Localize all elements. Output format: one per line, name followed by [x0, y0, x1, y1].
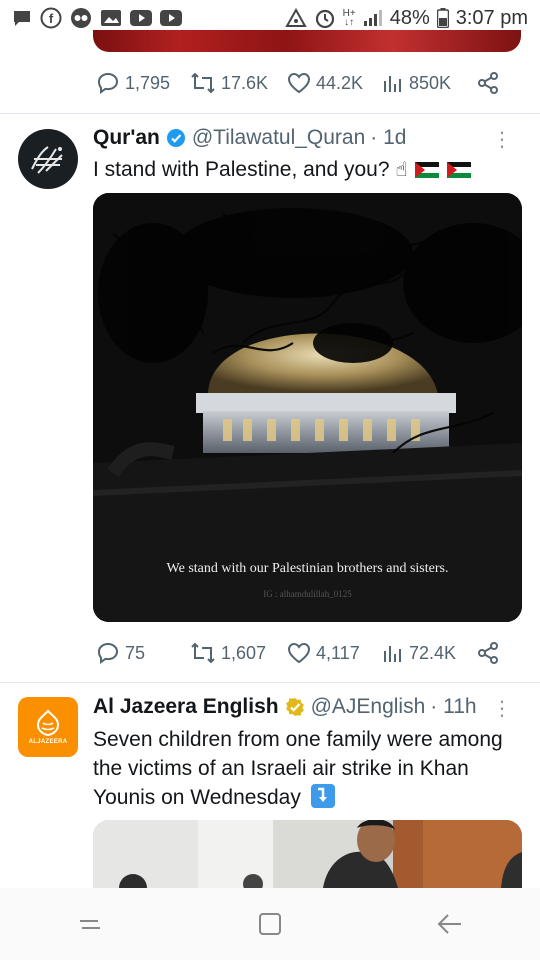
battery-icon	[436, 8, 449, 28]
status-bar-notifications: f	[12, 7, 182, 29]
avatar-al-jazeera[interactable]: ALJAZEERA	[18, 697, 78, 757]
avatar-quran[interactable]	[18, 129, 78, 189]
more-options-icon[interactable]: ⋮	[492, 699, 512, 719]
tweet-body: I stand with Palestine, and you?	[93, 158, 390, 181]
battery-percent: 48%	[389, 6, 430, 29]
share-icon	[478, 72, 498, 94]
index-finger-emoji-icon: ☝	[395, 159, 408, 181]
views-button[interactable]: 850K	[382, 72, 451, 94]
analytics-icon	[384, 646, 401, 662]
alarm-icon	[314, 7, 336, 29]
tweet-header-quran: Qur'an @Tilawatul_Quran · 1d	[93, 126, 406, 150]
aljazeera-photo	[93, 820, 522, 888]
palestine-flag-icon	[415, 162, 440, 178]
facebook-icon: f	[40, 7, 62, 29]
reply-count: 1,795	[125, 72, 171, 93]
network-type-icon: H+ ↓↑	[342, 8, 356, 28]
dome-illustration	[93, 193, 522, 622]
image-watermark: IG : alhamdulillah_0125	[263, 589, 352, 599]
reply-button[interactable]: 75	[96, 641, 145, 665]
tweet-divider	[0, 113, 540, 114]
reply-count: 75	[125, 642, 146, 663]
image-caption: We stand with our Palestinian brothers a…	[166, 561, 449, 576]
avatar-label: ALJAZEERA	[28, 739, 68, 745]
more-options-icon[interactable]: ⋮	[492, 130, 512, 150]
views-button[interactable]: 72.4K	[382, 642, 456, 664]
status-bar-system: H+ ↓↑ 48% 3:07 pm	[284, 6, 528, 30]
down-arrow-emoji-icon	[310, 784, 335, 808]
back-arrow-icon	[437, 914, 461, 934]
retweet-icon	[191, 72, 215, 94]
verified-icon	[166, 128, 186, 148]
reply-button[interactable]: 1,795	[96, 71, 170, 95]
verified-gold-icon	[285, 697, 305, 717]
view-count: 850K	[409, 72, 452, 93]
view-count: 72.4K	[409, 642, 457, 663]
svg-text:f: f	[49, 11, 54, 26]
previous-tweet-actions: 1,795 17.6K 44.2K 850K	[0, 70, 540, 96]
nfc-icon	[284, 8, 307, 28]
tweet-divider	[0, 682, 540, 683]
previous-tweet-media[interactable]	[93, 30, 521, 52]
retweet-icon	[191, 642, 215, 664]
tweet-text-aljazeera: Seven children from one family were amon…	[93, 725, 523, 812]
author-handle[interactable]: @Tilawatul_Quran	[192, 126, 365, 150]
analytics-icon	[384, 76, 401, 92]
share-button[interactable]	[476, 641, 500, 665]
tweet-time: · 1d	[370, 126, 407, 149]
tweet-body: Seven children from one family were amon…	[93, 728, 503, 809]
heart-icon	[287, 642, 311, 664]
retweet-button[interactable]: 1,607	[190, 642, 266, 664]
tweet-actions-quran: 75 1,607 4,117 72.4K	[0, 640, 540, 666]
author-handle[interactable]: @AJEnglish	[311, 695, 426, 719]
like-count: 4,117	[316, 642, 360, 663]
youtube-icon	[130, 10, 152, 26]
home-button[interactable]	[240, 894, 300, 954]
palestine-flag-icon-2	[447, 162, 472, 178]
signal-icon	[363, 10, 383, 26]
retweet-count: 1,607	[221, 642, 267, 663]
back-button[interactable]	[420, 894, 480, 954]
author-name[interactable]: Al Jazeera English	[93, 695, 279, 719]
recent-apps-button[interactable]	[60, 894, 120, 954]
tweet-header-aljazeera: Al Jazeera English @AJEnglish · 11h	[93, 695, 477, 719]
share-button[interactable]	[476, 71, 500, 95]
gallery-icon	[100, 9, 122, 27]
author-name[interactable]: Qur'an	[93, 126, 160, 150]
like-button[interactable]: 4,117	[287, 642, 360, 664]
al-jazeera-logo-icon	[36, 709, 60, 737]
recent-apps-icon	[80, 920, 100, 929]
home-icon	[259, 913, 281, 935]
tweet-time: · 11h	[430, 695, 477, 718]
like-count: 44.2K	[316, 72, 364, 93]
tweet-image-aljazeera[interactable]	[93, 820, 522, 888]
message-icon	[12, 9, 32, 27]
tweet-image-dome-of-the-rock[interactable]: We stand with our Palestinian brothers a…	[93, 193, 522, 622]
clock: 3:07 pm	[455, 6, 528, 29]
share-icon	[478, 642, 498, 664]
retweet-count: 17.6K	[221, 72, 269, 93]
like-button[interactable]: 44.2K	[287, 72, 363, 94]
youtube-icon-2	[160, 10, 182, 26]
heart-icon	[287, 72, 311, 94]
reply-icon	[97, 642, 119, 664]
app-notification-icon	[70, 7, 92, 29]
navigation-bar	[0, 888, 540, 960]
retweet-button[interactable]: 17.6K	[190, 72, 268, 94]
calligraphy-logo-icon	[31, 146, 63, 174]
reply-icon	[97, 72, 119, 94]
tweet-text-quran: I stand with Palestine, and you? ☝	[93, 155, 523, 185]
